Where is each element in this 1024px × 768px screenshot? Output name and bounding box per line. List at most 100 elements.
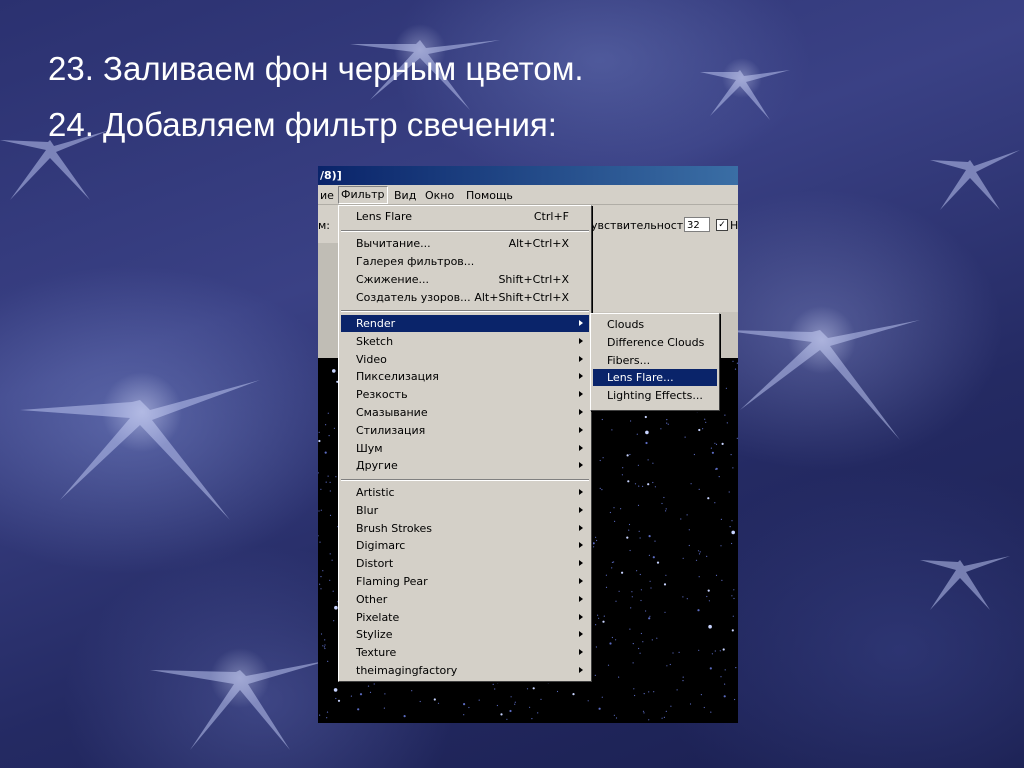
canvas-star-dot	[669, 663, 671, 666]
canvas-star-dot	[728, 491, 730, 493]
menu-item-liquify[interactable]: Сжижение... Shift+Ctrl+X	[341, 271, 589, 288]
canvas-star-dot	[478, 699, 480, 701]
menu-window[interactable]: Окно	[423, 188, 456, 203]
canvas-star-dot	[318, 431, 320, 433]
canvas-star-dot	[710, 711, 712, 713]
menu-item-distort[interactable]: Distort	[341, 555, 589, 572]
canvas-star-dot	[613, 714, 615, 716]
canvas-star-dot	[329, 514, 332, 516]
canvas-star-dot	[656, 561, 660, 564]
menu-item-label: Render	[356, 317, 396, 330]
menu-item-label: Резкость	[356, 388, 408, 402]
canvas-star-dot	[618, 590, 620, 592]
canvas-star-dot	[733, 589, 735, 591]
menu-item-video[interactable]: Video	[341, 351, 589, 368]
menu-item-смазывание[interactable]: Смазывание	[341, 404, 589, 421]
render-item-difference-clouds[interactable]: Difference Clouds	[593, 334, 717, 351]
canvas-star-dot	[509, 709, 512, 713]
canvas-star-dot	[693, 453, 695, 456]
canvas-star-dot	[642, 641, 644, 643]
menu-item-label: Стилизация	[356, 423, 426, 437]
canvas-star-dot	[682, 557, 684, 559]
canvas-star-dot	[327, 412, 329, 414]
canvas-star-dot	[700, 694, 702, 696]
menu-item-brush-strokes[interactable]: Brush Strokes	[341, 520, 589, 537]
option-checkbox-label: Н	[730, 219, 738, 232]
render-item-fibers[interactable]: Fibers...	[593, 352, 717, 369]
menu-help[interactable]: Помощь	[464, 188, 515, 203]
canvas-star-dot	[463, 714, 465, 716]
canvas-star-dot	[320, 588, 322, 590]
canvas-star-dot	[723, 695, 726, 698]
menu-view[interactable]: Вид	[392, 188, 418, 203]
menu-item-sketch[interactable]: Sketch	[341, 333, 589, 350]
menu-edit[interactable]: ие	[318, 188, 336, 203]
canvas-star-dot	[494, 688, 496, 690]
canvas-star-dot	[721, 579, 723, 581]
canvas-star-dot	[320, 576, 322, 578]
canvas-star-dot	[652, 556, 655, 559]
canvas-star-dot	[631, 596, 633, 598]
canvas-star-dot	[696, 411, 698, 413]
menu-item-last-filter[interactable]: Lens Flare Ctrl+F	[341, 208, 589, 225]
sensitivity-input[interactable]: 32	[684, 217, 710, 232]
render-submenu: Clouds Difference Clouds Fibers... Lens Fla…	[590, 313, 720, 411]
option-checkbox[interactable]: ✓	[716, 219, 728, 231]
canvas-star-dot	[724, 669, 726, 671]
menu-item-filter-gallery[interactable]: Галерея фильтров...	[341, 253, 589, 270]
menu-item-label: Stylize	[356, 628, 393, 642]
canvas-star-dot	[599, 487, 601, 489]
menu-item-blur[interactable]: Blur	[341, 502, 589, 519]
menu-item-label: Other	[356, 592, 388, 606]
menu-item-label: Sketch	[356, 334, 394, 348]
slide-step-24: 24. Добавляем фильтр свечения:	[48, 106, 557, 143]
canvas-star-dot	[332, 369, 336, 373]
canvas-star-dot	[602, 620, 605, 623]
menu-item-label: Другие	[356, 459, 398, 473]
menu-item-theimagingfactory[interactable]: theimagingfactory	[341, 662, 589, 679]
menu-item-render[interactable]: Render	[341, 315, 589, 332]
canvas-star-dot	[663, 716, 665, 718]
menu-filter[interactable]: Фильтр	[338, 186, 388, 204]
canvas-star-dot	[607, 664, 610, 666]
menu-item-extract[interactable]: Вычитание... Alt+Ctrl+X	[341, 235, 589, 252]
canvas-star-dot	[688, 529, 690, 531]
canvas-star-dot	[638, 485, 640, 487]
canvas-star-dot	[595, 646, 597, 648]
canvas-star-dot	[642, 485, 644, 487]
render-item-clouds[interactable]: Clouds	[593, 316, 717, 333]
menu-item-label: Pixelate	[356, 610, 400, 624]
canvas-star-dot	[437, 702, 440, 704]
menu-item-другие[interactable]: Другие	[341, 457, 589, 474]
canvas-star-dot	[329, 490, 331, 492]
canvas-star-dot	[731, 595, 733, 597]
canvas-star-dot	[603, 615, 605, 617]
menu-item-stylize[interactable]: Stylize	[341, 626, 589, 643]
canvas-star-dot	[411, 690, 413, 692]
menu-item-other[interactable]: Other	[341, 591, 589, 608]
sensitivity-label: увствительность:	[591, 219, 694, 232]
menu-item-label: Digimarc	[356, 539, 406, 553]
menu-item-flaming-pear[interactable]: Flaming Pear	[341, 573, 589, 590]
menu-item-шум[interactable]: Шум	[341, 440, 589, 457]
menu-item-pattern-maker[interactable]: Создатель узоров... Alt+Shift+Ctrl+X	[341, 289, 589, 306]
canvas-star-dot	[615, 600, 617, 602]
render-item-lighting-effects[interactable]: Lighting Effects...	[593, 387, 717, 404]
menu-item-pixelate[interactable]: Pixelate	[341, 609, 589, 626]
menu-item-label: Lighting Effects...	[607, 389, 703, 403]
menu-item-shortcut: Alt+Ctrl+X	[508, 237, 569, 250]
canvas-star-dot	[319, 583, 321, 585]
canvas-star-dot	[324, 644, 326, 646]
menu-item-artistic[interactable]: Artistic	[341, 484, 589, 501]
menu-item-label: Difference Clouds	[607, 335, 705, 349]
canvas-star-dot	[634, 483, 637, 485]
menu-item-резкость[interactable]: Резкость	[341, 386, 589, 403]
menu-item-texture[interactable]: Texture	[341, 644, 589, 661]
menu-item-стилизация[interactable]: Стилизация	[341, 422, 589, 439]
menu-item-digimarc[interactable]: Digimarc	[341, 537, 589, 554]
canvas-star-dot	[598, 707, 601, 710]
canvas-star-dot	[725, 387, 727, 389]
menu-item-label: Lens Flare...	[607, 371, 674, 385]
render-item-lens-flare[interactable]: Lens Flare...	[593, 369, 717, 387]
menu-item-пикселизация[interactable]: Пикселизация	[341, 368, 589, 385]
